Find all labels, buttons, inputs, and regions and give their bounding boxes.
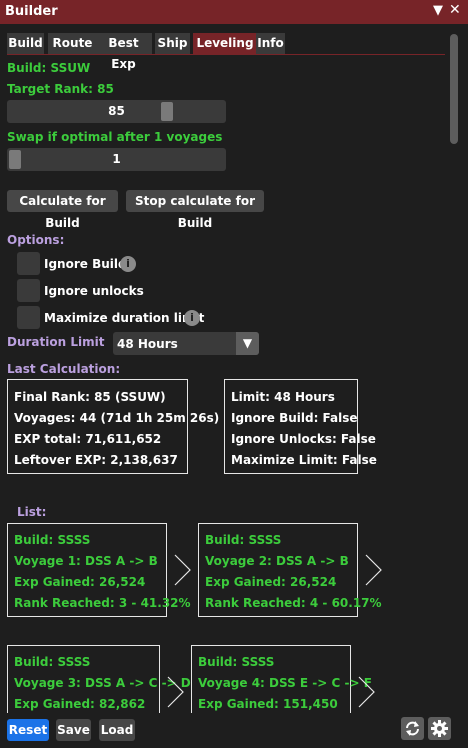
card-exp: Exp Gained: 82,862 <box>14 697 146 711</box>
maximize-limit-text: Maximize Limit: False <box>231 453 377 467</box>
swap-voyages-value: 1 <box>112 152 121 166</box>
exp-total-text: EXP total: 71,611,652 <box>14 432 162 446</box>
tab-info[interactable]: Info <box>256 33 285 54</box>
duration-limit-label: Duration Limit <box>7 335 105 349</box>
voyages-text: Voyages: 44 (71d 1h 25m 26s) <box>14 411 220 425</box>
title-bar[interactable]: Builder ▼ ✕ <box>0 0 468 24</box>
swap-label: Swap if optimal after 1 voyages <box>7 130 223 144</box>
tab-underline <box>7 54 445 55</box>
ignore-build-checkbox[interactable] <box>17 252 40 275</box>
build-label: Build: SSUW <box>7 61 91 75</box>
chevron-down-icon[interactable]: ▼ <box>236 332 259 355</box>
card-exp: Exp Gained: 26,524 <box>14 575 146 589</box>
card-voyage: Voyage 4: DSS E -> C -> F <box>198 676 372 690</box>
target-rank-value: 85 <box>108 104 125 118</box>
maximize-duration-label: Maximize duration limit <box>44 311 205 325</box>
tab-ship[interactable]: Ship <box>155 33 190 54</box>
card-exp: Exp Gained: 151,450 <box>198 697 338 711</box>
duration-limit-value: 48 Hours <box>117 337 178 351</box>
duration-limit-select[interactable]: 48 Hours ▼ <box>113 332 259 355</box>
last-calculation-title: Last Calculation: <box>7 362 121 376</box>
ignore-build-text: Ignore Build: False <box>231 411 358 425</box>
last-calculation-summary: Final Rank: 85 (SSUW) Voyages: 44 (71d 1… <box>7 379 219 474</box>
info-icon[interactable]: i <box>184 310 200 326</box>
refresh-icon <box>406 721 419 736</box>
ignore-unlocks-checkbox[interactable] <box>17 279 40 302</box>
scrollbar-thumb[interactable] <box>450 34 458 144</box>
tab-build[interactable]: Build <box>7 33 44 54</box>
triangle-down-icon[interactable]: ▼ <box>433 3 443 18</box>
load-button[interactable]: Load <box>99 719 135 741</box>
options-title: Options: <box>7 233 65 247</box>
final-rank-text: Final Rank: 85 (SSUW) <box>14 390 166 404</box>
ignore-unlocks-text: Ignore Unlocks: False <box>231 432 376 446</box>
reset-button[interactable]: Reset <box>7 719 49 741</box>
calculate-build-button[interactable]: Calculate for Build <box>7 190 118 230</box>
card-build: Build: SSSS <box>198 655 275 669</box>
voyage-card: Build: SSSS Voyage 1: DSS A -> B Exp Gai… <box>7 523 191 617</box>
window-title: Builder <box>5 4 58 19</box>
tab-leveling[interactable]: Leveling <box>193 33 257 54</box>
chevron-right-icon <box>167 676 184 708</box>
ignore-unlocks-label: Ignore unlocks <box>44 284 144 298</box>
target-rank-label: Target Rank: 85 <box>7 82 114 96</box>
card-voyage: Voyage 3: DSS A -> C -> D <box>14 676 191 690</box>
settings-button[interactable] <box>428 717 451 740</box>
card-rank: Rank Reached: 3 - 41.32% <box>14 596 191 610</box>
list-title: List: <box>17 505 47 519</box>
gear-icon <box>431 720 448 737</box>
close-icon[interactable]: ✕ <box>449 2 461 18</box>
swap-voyages-slider[interactable]: 1 <box>7 148 226 171</box>
save-button[interactable]: Save <box>56 719 91 741</box>
chevron-right-icon <box>358 676 375 708</box>
maximize-duration-checkbox[interactable] <box>17 306 40 329</box>
card-build: Build: SSSS <box>14 533 91 547</box>
card-rank: Rank Reached: 4 - 60.17% <box>205 596 382 610</box>
tab-best-exp[interactable]: Best Exp <box>95 33 152 71</box>
card-voyage: Voyage 2: DSS A -> B <box>205 554 349 568</box>
card-build: Build: SSSS <box>205 533 282 547</box>
card-voyage: Voyage 1: DSS A -> B <box>14 554 158 568</box>
leftover-exp-text: Leftover EXP: 2,138,637 <box>14 453 178 467</box>
card-exp: Exp Gained: 26,524 <box>205 575 337 589</box>
chevron-right-icon <box>174 554 191 586</box>
ignore-build-label: Ignore Build <box>44 257 127 271</box>
swap-voyages-slider-grab[interactable] <box>9 150 21 169</box>
target-rank-slider[interactable]: 85 <box>7 100 226 123</box>
info-icon[interactable]: i <box>120 256 136 272</box>
stop-calculate-button[interactable]: Stop calculate for Build <box>126 190 264 230</box>
target-rank-slider-grab[interactable] <box>161 102 173 121</box>
limit-text: Limit: 48 Hours <box>231 390 335 404</box>
card-build: Build: SSSS <box>14 655 91 669</box>
voyage-card: Build: SSSS Voyage 2: DSS A -> B Exp Gai… <box>198 523 382 617</box>
refresh-button[interactable] <box>401 717 424 740</box>
tab-route[interactable]: Route <box>48 33 97 54</box>
last-calculation-settings: Limit: 48 Hours Ignore Build: False Igno… <box>224 379 377 474</box>
chevron-right-icon <box>365 554 382 586</box>
